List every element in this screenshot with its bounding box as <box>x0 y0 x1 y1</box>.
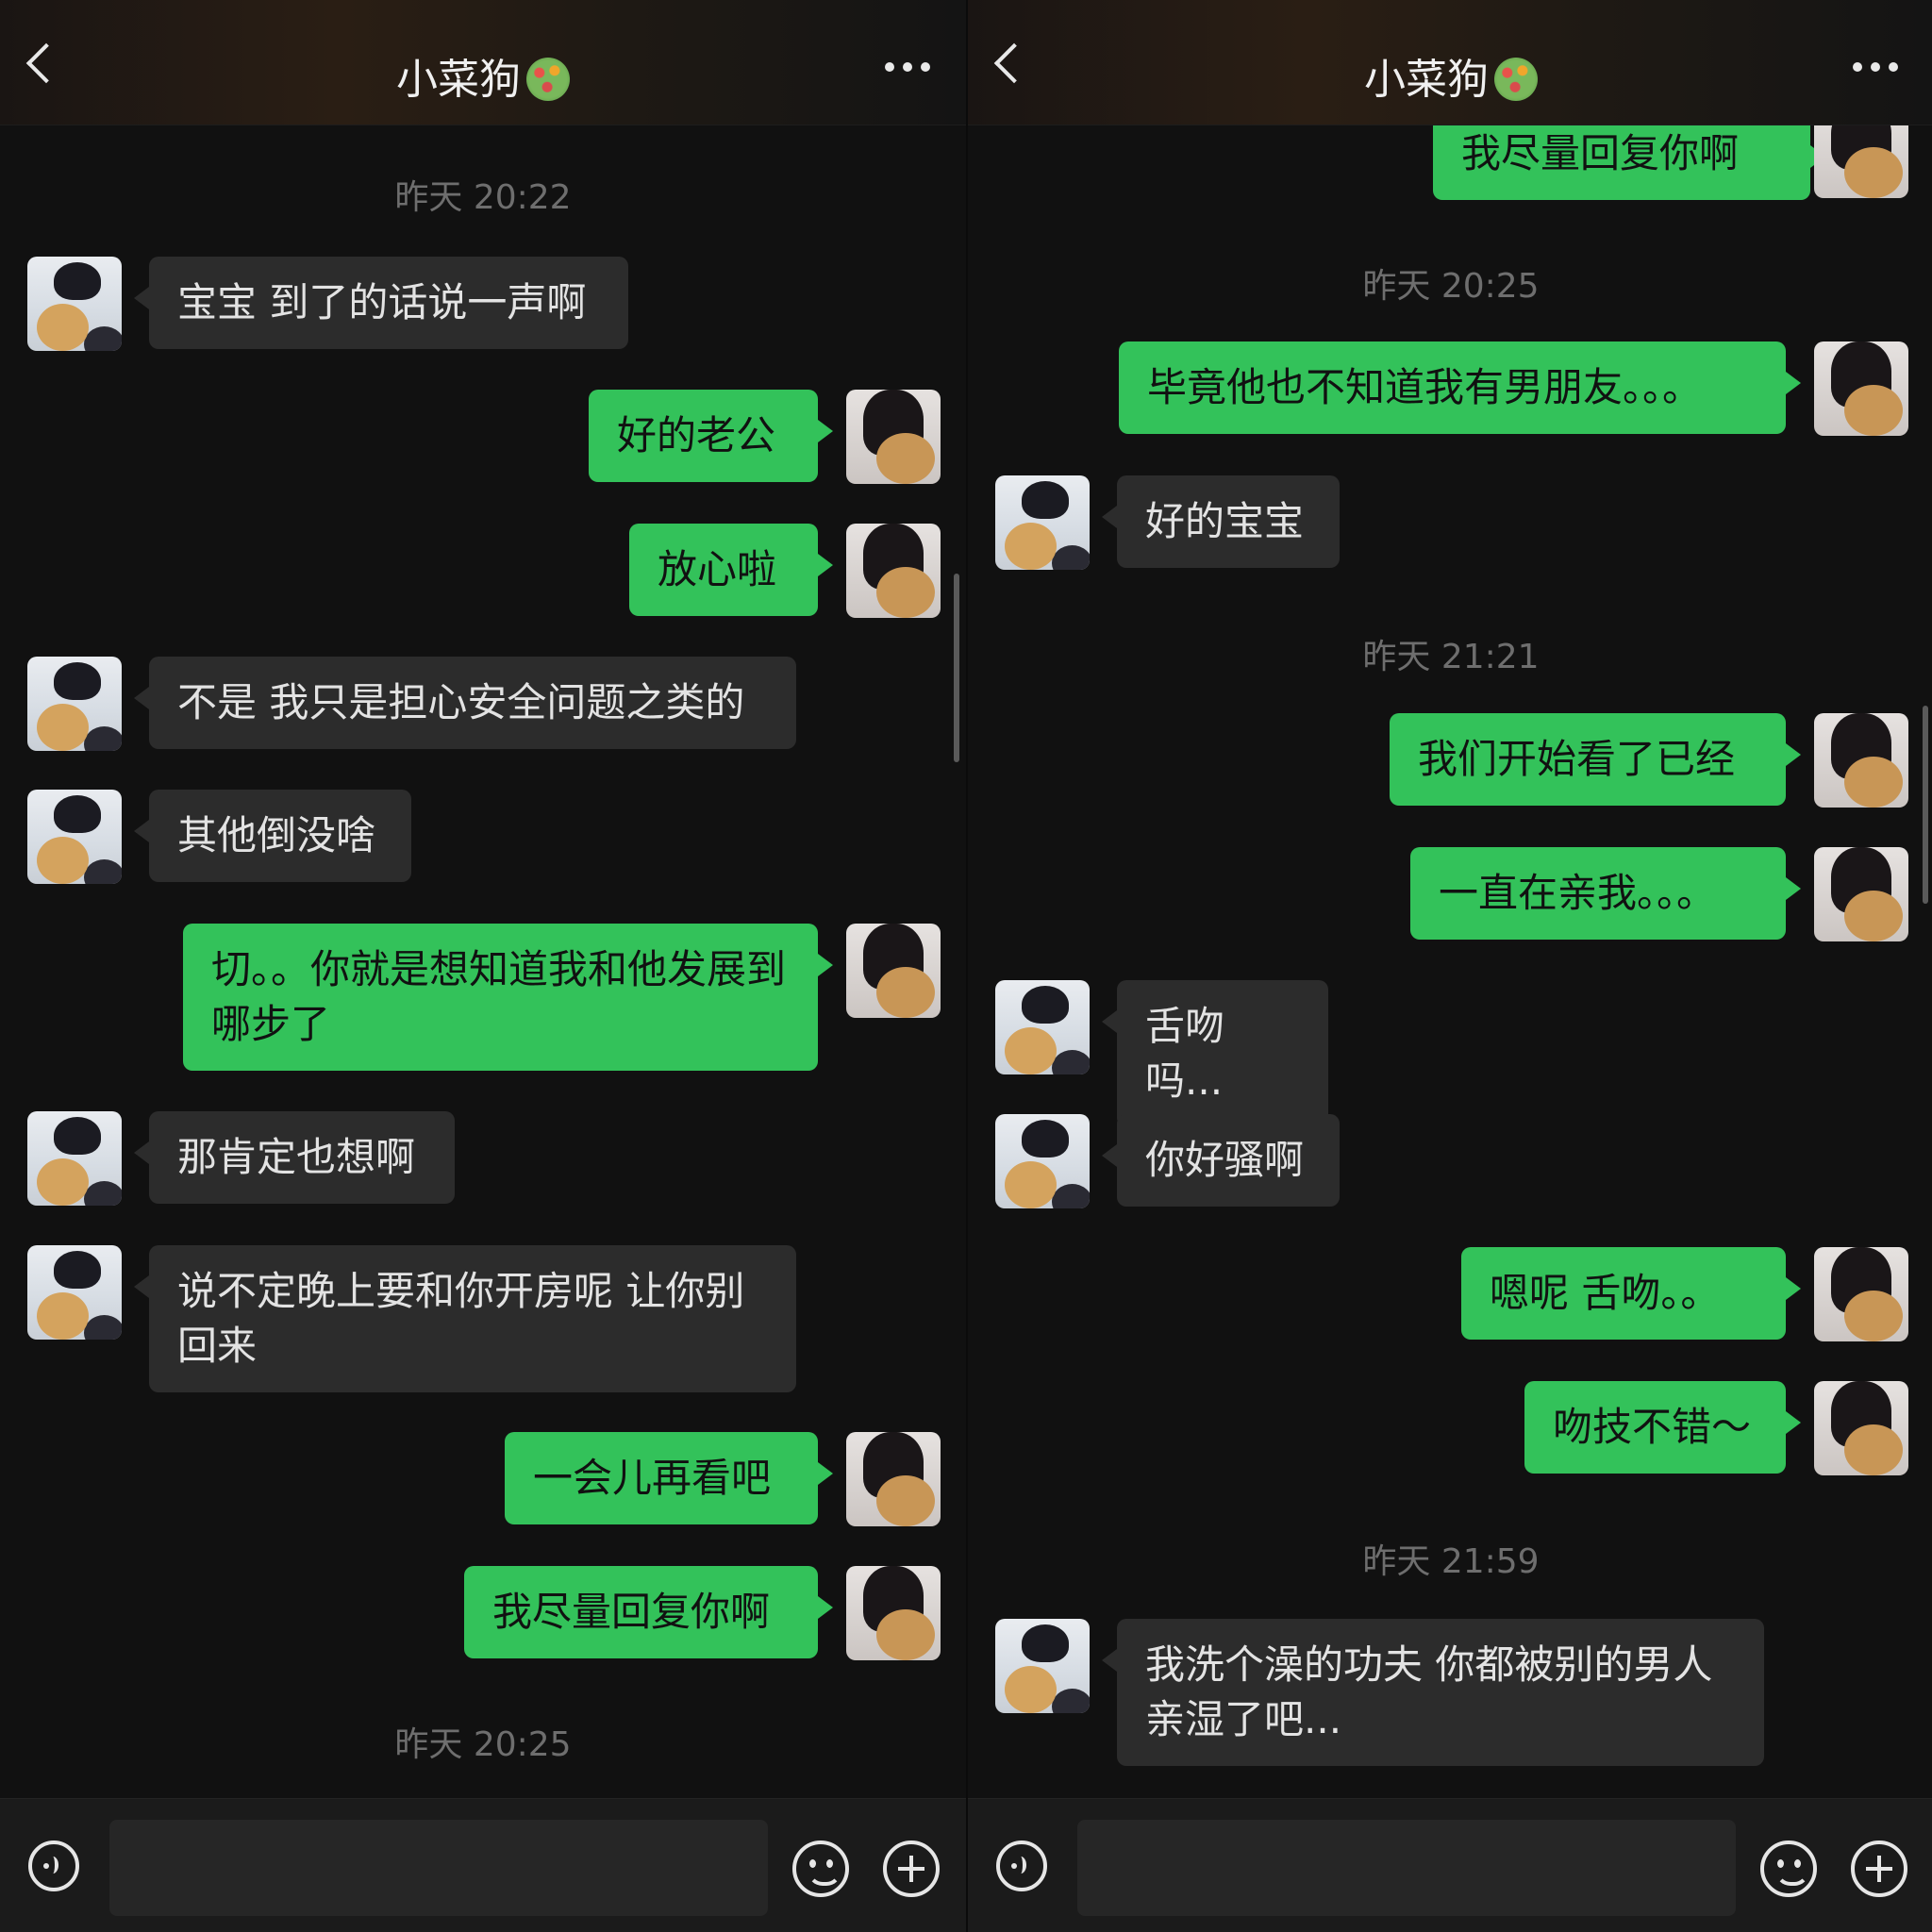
contact-avatar[interactable] <box>995 980 1090 1074</box>
contact-avatar[interactable] <box>995 475 1090 570</box>
chat-title: 小菜狗 <box>0 45 966 106</box>
timestamp: 昨天 21:21 <box>1362 638 1540 676</box>
my-avatar[interactable] <box>846 390 941 484</box>
message-bubble-incoming[interactable]: 不是 我只是担心安全问题之类的 <box>134 657 796 749</box>
contact-avatar[interactable] <box>27 1245 122 1340</box>
my-avatar[interactable] <box>1814 713 1908 808</box>
contact-avatar[interactable] <box>27 257 122 351</box>
timestamp: 昨天 20:22 <box>394 178 572 217</box>
contact-avatar[interactable] <box>27 657 122 751</box>
message-bubble-outgoing[interactable]: 切。。你就是想知道我和他发展到哪步了 <box>183 924 833 1071</box>
message-input[interactable] <box>109 1820 768 1916</box>
message-bubble-outgoing[interactable]: 吻技不错～ <box>1524 1381 1801 1474</box>
message-bubble-incoming[interactable]: 好的宝宝 <box>1102 475 1340 568</box>
more-icon[interactable] <box>1853 62 1898 72</box>
chat-screen-right: 我尽量回复你啊 小菜狗 昨天 20:25 毕竟他也不知道我有男朋友。。。 好的宝… <box>966 0 1932 1932</box>
message-bubble-incoming[interactable]: 你好骚啊 <box>1102 1114 1340 1207</box>
status-emoji-icon <box>526 58 570 101</box>
plus-icon[interactable] <box>1851 1840 1907 1897</box>
emoji-icon[interactable] <box>1760 1840 1817 1897</box>
my-avatar[interactable] <box>846 924 941 1018</box>
message-bubble-outgoing[interactable]: 一会儿再看吧 <box>505 1432 833 1524</box>
contact-avatar[interactable] <box>27 1111 122 1206</box>
scrollbar[interactable] <box>1923 706 1928 904</box>
message-bubble-incoming[interactable]: 舌吻吗... <box>1102 980 1328 1127</box>
voice-icon[interactable] <box>996 1840 1047 1891</box>
message-bubble-outgoing[interactable]: 好的老公 <box>589 390 833 482</box>
more-icon[interactable] <box>885 62 930 72</box>
my-avatar[interactable] <box>1814 341 1908 436</box>
chat-title: 小菜狗 <box>968 45 1932 106</box>
message-bubble-outgoing[interactable]: 毕竟他也不知道我有男朋友。。。 <box>1119 341 1801 434</box>
my-avatar[interactable] <box>1814 1247 1908 1341</box>
emoji-icon[interactable] <box>792 1840 849 1897</box>
my-avatar[interactable] <box>1814 1381 1908 1475</box>
input-bar <box>0 1798 966 1932</box>
contact-avatar[interactable] <box>995 1619 1090 1713</box>
my-avatar[interactable] <box>846 1566 941 1660</box>
contact-avatar[interactable] <box>995 1114 1090 1208</box>
my-avatar[interactable] <box>846 1432 941 1526</box>
nav-bar: 小菜狗 <box>968 0 1932 125</box>
message-bubble-outgoing[interactable]: 放心啦 <box>629 524 833 616</box>
message-input[interactable] <box>1077 1820 1736 1916</box>
message-bubble-outgoing[interactable]: 我尽量回复你啊 <box>464 1566 833 1658</box>
status-emoji-icon <box>1494 58 1538 101</box>
message-bubble-incoming[interactable]: 说不定晚上要和你开房呢 让你别回来 <box>134 1245 796 1392</box>
timestamp: 昨天 20:25 <box>394 1725 572 1764</box>
my-avatar[interactable] <box>1814 847 1908 941</box>
voice-icon[interactable] <box>28 1840 79 1891</box>
message-bubble-incoming[interactable]: 我洗个澡的功夫 你都被别的男人亲湿了吧... <box>1102 1619 1764 1766</box>
message-bubble-outgoing[interactable]: 我尽量回复你啊 <box>1433 115 1825 200</box>
timestamp: 昨天 21:59 <box>1362 1542 1540 1581</box>
scrollbar[interactable] <box>954 574 959 762</box>
timestamp: 昨天 20:25 <box>1362 267 1540 306</box>
message-bubble-incoming[interactable]: 宝宝 到了的话说一声啊 <box>134 257 628 349</box>
chat-screen-left: 小菜狗 昨天 20:22 宝宝 到了的话说一声啊 好的老公 放心啦 不是 我只是… <box>0 0 966 1932</box>
message-bubble-outgoing[interactable]: 一直在亲我。。。 <box>1410 847 1801 940</box>
plus-icon[interactable] <box>883 1840 940 1897</box>
message-bubble-incoming[interactable]: 其他倒没啥 <box>134 790 411 882</box>
message-bubble-outgoing[interactable]: 我们开始看了已经 <box>1390 713 1801 806</box>
contact-avatar[interactable] <box>27 790 122 884</box>
message-bubble-outgoing[interactable]: 嗯呢 舌吻。。 <box>1461 1247 1801 1340</box>
nav-bar: 小菜狗 <box>0 0 966 125</box>
message-bubble-incoming[interactable]: 那肯定也想啊 <box>134 1111 455 1204</box>
my-avatar[interactable] <box>846 524 941 618</box>
input-bar <box>968 1798 1932 1932</box>
